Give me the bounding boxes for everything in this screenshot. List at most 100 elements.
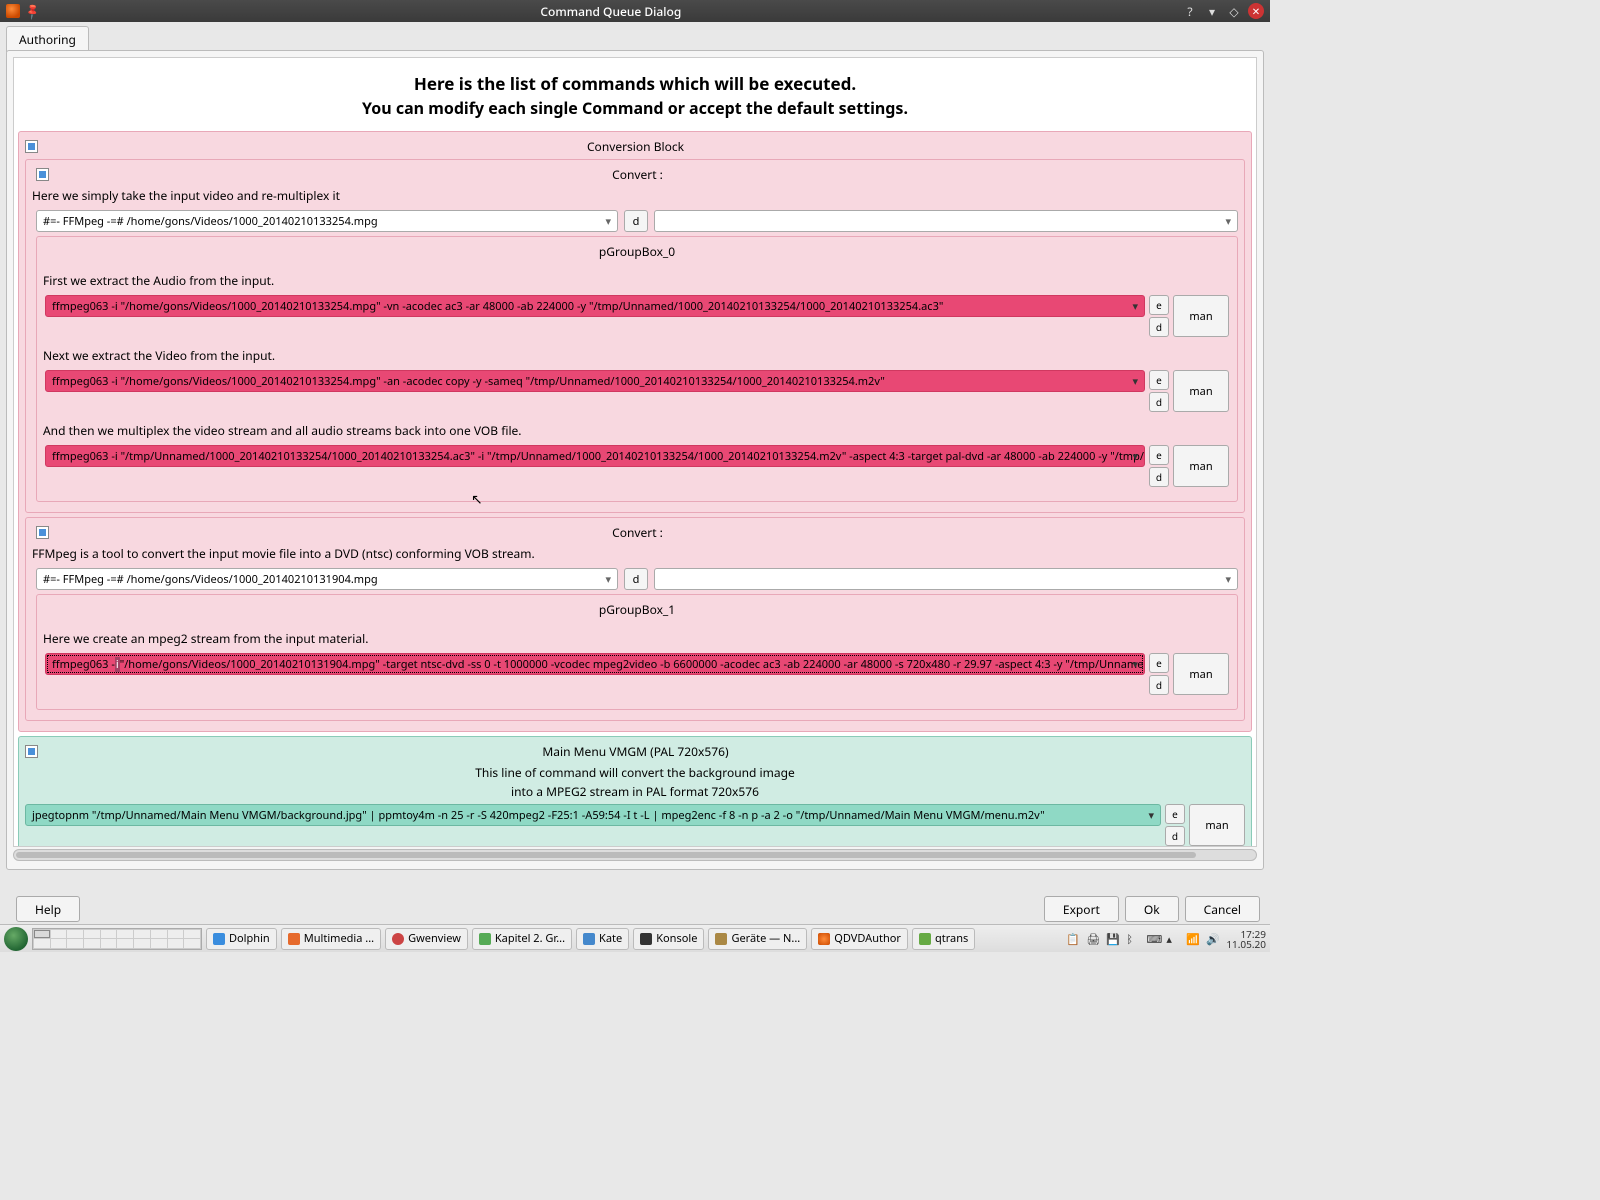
convert1-rest-combo[interactable] — [654, 210, 1238, 232]
taskbar: Dolphin Multimedia ... Gwenview Kapitel … — [0, 924, 1270, 952]
help-icon[interactable]: ? — [1182, 3, 1198, 19]
menu-cmd1-e-button[interactable]: e — [1165, 804, 1185, 824]
tab-authoring[interactable]: Authoring — [6, 26, 89, 52]
tray-keyboard-icon[interactable]: ⌨ — [1146, 932, 1160, 946]
convert1-title: Convert : — [37, 166, 1238, 183]
menu-cmd1-text: jpegtopnm "/tmp/Unnamed/Main Menu VMGM/b… — [32, 808, 1045, 823]
c2-step1-d-button[interactable]: d — [1149, 675, 1169, 695]
step3-cmd-text: ffmpeg063 -i "/tmp/Unnamed/1000_20140210… — [52, 449, 1145, 464]
task-kate[interactable]: Kate — [576, 928, 629, 950]
close-icon[interactable]: ✕ — [1248, 3, 1264, 19]
c2-step1-cmd[interactable]: ffmpeg063 -i "/home/gons/Videos/1000_201… — [45, 653, 1145, 675]
start-button[interactable] — [4, 927, 28, 951]
conversion-block: Conversion Block Convert : Here we simpl… — [18, 131, 1252, 732]
tray-date: 11.05.20 — [1226, 939, 1266, 949]
convert-group-1: Convert : Here we simply take the input … — [25, 159, 1245, 513]
convert1-d-button[interactable]: d — [624, 210, 648, 232]
intro-line2: You can modify each single Command or ac… — [18, 97, 1252, 119]
c2-step1-desc: Here we create an mpeg2 stream from the … — [43, 630, 1229, 647]
menu-cmd1-row: jpegtopnm "/tmp/Unnamed/Main Menu VMGM/b… — [25, 804, 1245, 846]
c2-step1-row: ffmpeg063 -i "/home/gons/Videos/1000_201… — [45, 653, 1229, 695]
task-multimedia[interactable]: Multimedia ... — [281, 928, 381, 950]
tray-expand-icon[interactable]: ▴ — [1166, 932, 1180, 946]
cancel-button[interactable]: Cancel — [1185, 896, 1260, 922]
step2-desc: Next we extract the Video from the input… — [43, 347, 1229, 364]
step2-e-button[interactable]: e — [1149, 370, 1169, 390]
help-button[interactable]: Help — [16, 896, 80, 922]
tab-row: Authoring — [0, 22, 1270, 50]
export-button[interactable]: Export — [1044, 896, 1119, 922]
step1-e-button[interactable]: e — [1149, 295, 1169, 315]
task-qdvdauthor-label: QDVDAuthor — [834, 931, 901, 946]
menu-cmd1-man-button[interactable]: man — [1189, 804, 1245, 846]
dialog-body: Here is the list of commands which will … — [6, 50, 1264, 870]
step1-desc: First we extract the Audio from the inpu… — [43, 272, 1229, 289]
step3-man-button[interactable]: man — [1173, 445, 1229, 487]
window-title: Command Queue Dialog — [40, 3, 1182, 20]
c2-step1-e-button[interactable]: e — [1149, 653, 1169, 673]
menu-info1b: into a MPEG2 stream in PAL format 720x57… — [25, 783, 1245, 800]
maximize-icon[interactable]: ◇ — [1226, 3, 1242, 19]
desktop-pager[interactable] — [32, 928, 202, 950]
task-kapitel[interactable]: Kapitel 2. Gr... — [472, 928, 572, 950]
system-tray: 📋 🖨 💾 ᛒ ⌨ ▴ 📶 🔊 17:29 11.05.20 — [1066, 929, 1266, 949]
tray-printer-icon[interactable]: 🖨 — [1086, 932, 1100, 946]
conversion-title: Conversion Block — [26, 138, 1245, 155]
tray-clipboard-icon[interactable]: 📋 — [1066, 932, 1080, 946]
step2-row: ffmpeg063 -i "/home/gons/Videos/1000_201… — [45, 370, 1229, 412]
menu-info1a: This line of command will convert the ba… — [25, 764, 1245, 781]
convert2-rest-combo[interactable] — [654, 568, 1238, 590]
scroll-area[interactable]: Here is the list of commands which will … — [13, 57, 1257, 847]
app-icon — [6, 4, 20, 18]
ok-button[interactable]: Ok — [1125, 896, 1179, 922]
task-gwenview-label: Gwenview — [408, 931, 461, 946]
task-kate-label: Kate — [599, 931, 622, 946]
step2-man-button[interactable]: man — [1173, 370, 1229, 412]
step1-cmd-text: ffmpeg063 -i "/home/gons/Videos/1000_201… — [52, 299, 943, 314]
step1-d-button[interactable]: d — [1149, 317, 1169, 337]
menu-cmd1-d-button[interactable]: d — [1165, 826, 1185, 846]
menu-cmd1[interactable]: jpegtopnm "/tmp/Unnamed/Main Menu VMGM/b… — [25, 804, 1161, 826]
horizontal-scrollbar[interactable] — [13, 849, 1257, 861]
menu-title: Main Menu VMGM (PAL 720x576) — [26, 743, 1245, 760]
convert2-title: Convert : — [37, 524, 1238, 541]
convert2-combo[interactable]: #=- FFMpeg -=# /home/gons/Videos/1000_20… — [36, 568, 618, 590]
minimize-icon[interactable]: ▾ — [1204, 3, 1220, 19]
c2-step1-man-button[interactable]: man — [1173, 653, 1229, 695]
task-gwenview[interactable]: Gwenview — [385, 928, 468, 950]
title-bar: 📌 Command Queue Dialog ? ▾ ◇ ✕ — [0, 0, 1270, 22]
tray-bluetooth-icon[interactable]: ᛒ — [1126, 932, 1140, 946]
intro-text: Here is the list of commands which will … — [18, 62, 1252, 127]
step2-d-button[interactable]: d — [1149, 392, 1169, 412]
step3-row: ffmpeg063 -i "/tmp/Unnamed/1000_20140210… — [45, 445, 1229, 487]
convert2-d-button[interactable]: d — [624, 568, 648, 590]
task-geraete[interactable]: Geräte — N... — [708, 928, 807, 950]
pgbox0-title: pGroupBox_0 — [45, 241, 1229, 262]
tray-volume-icon[interactable]: 🔊 — [1206, 932, 1220, 946]
convert2-desc: FFMpeg is a tool to convert the input mo… — [32, 545, 1238, 562]
pgbox1-title: pGroupBox_1 — [45, 599, 1229, 620]
tray-usb-icon[interactable]: 💾 — [1106, 932, 1120, 946]
task-qtrans[interactable]: qtrans — [912, 928, 975, 950]
task-qdvdauthor[interactable]: QDVDAuthor — [811, 928, 908, 950]
tray-clock[interactable]: 17:29 11.05.20 — [1226, 929, 1266, 949]
task-konsole-label: Konsole — [656, 931, 697, 946]
convert-group-2: Convert : FFMpeg is a tool to convert th… — [25, 517, 1245, 721]
step3-desc: And then we multiplex the video stream a… — [43, 422, 1229, 439]
step1-cmd[interactable]: ffmpeg063 -i "/home/gons/Videos/1000_201… — [45, 295, 1145, 317]
task-konsole[interactable]: Konsole — [633, 928, 704, 950]
step2-cmd[interactable]: ffmpeg063 -i "/home/gons/Videos/1000_201… — [45, 370, 1145, 392]
step1-man-button[interactable]: man — [1173, 295, 1229, 337]
step3-d-button[interactable]: d — [1149, 467, 1169, 487]
step3-e-button[interactable]: e — [1149, 445, 1169, 465]
task-dolphin[interactable]: Dolphin — [206, 928, 277, 950]
tray-network-icon[interactable]: 📶 — [1186, 932, 1200, 946]
c2-cmd-post: "/home/gons/Videos/1000_20140210131904.m… — [120, 657, 1145, 672]
step3-cmd[interactable]: ffmpeg063 -i "/tmp/Unnamed/1000_20140210… — [45, 445, 1145, 467]
convert1-combo[interactable]: #=- FFMpeg -=# /home/gons/Videos/1000_20… — [36, 210, 618, 232]
convert1-desc: Here we simply take the input video and … — [32, 187, 1238, 204]
step2-cmd-text: ffmpeg063 -i "/home/gons/Videos/1000_201… — [52, 374, 885, 389]
task-dolphin-label: Dolphin — [229, 931, 270, 946]
convert2-combo-text: #=- FFMpeg -=# /home/gons/Videos/1000_20… — [43, 572, 378, 587]
pgroupbox-0: pGroupBox_0 First we extract the Audio f… — [36, 236, 1238, 502]
